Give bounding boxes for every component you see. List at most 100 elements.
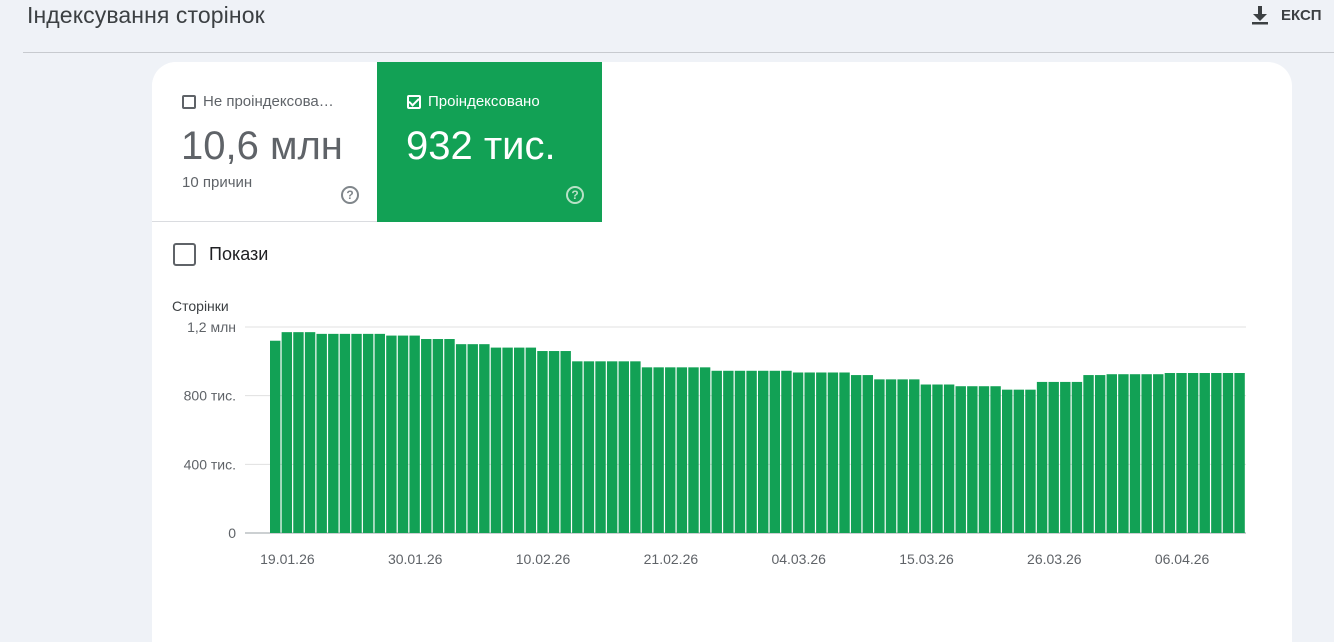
chart-bar <box>1222 373 1234 533</box>
chart-bar <box>548 351 560 533</box>
chart-bar <box>665 367 676 533</box>
chart-bar <box>270 340 281 533</box>
chart-bar <box>758 370 769 533</box>
tile-not-indexed[interactable]: Не проіндексова… 10,6 млн 10 причин ? <box>152 62 377 222</box>
x-tick-label: 21.02.26 <box>644 551 699 567</box>
chart-bar <box>421 339 432 533</box>
chart-bar <box>920 384 932 533</box>
chart-bar <box>1083 375 1094 533</box>
chart-bar <box>1164 373 1176 533</box>
chart-bar <box>583 361 595 533</box>
chart-svg: Сторінки 0 400 тис. 800 тис. 1,2 млн 19.01.26… <box>172 298 1246 567</box>
chart-bar <box>1048 381 1059 533</box>
chart-bar <box>781 370 792 533</box>
export-label: ЕКСП <box>1281 6 1322 24</box>
y-tick-label: 0 <box>228 525 236 541</box>
chart-bar <box>1013 389 1025 533</box>
y-tick-label: 400 тис. <box>184 456 236 472</box>
chart-bar <box>909 379 920 533</box>
chart-bar <box>1176 373 1187 533</box>
chart-bar <box>467 344 478 533</box>
chart-bar <box>955 386 966 533</box>
chart-bar <box>1234 373 1245 533</box>
chart-bar <box>746 370 757 533</box>
x-tick-label: 19.01.26 <box>260 551 315 567</box>
y-tick-label: 1,2 млн <box>187 319 236 335</box>
chart-bar <box>339 333 351 533</box>
chart-bar <box>374 333 385 533</box>
help-icon[interactable]: ? <box>566 186 584 204</box>
impressions-checkbox[interactable] <box>173 243 196 266</box>
chart-bar <box>990 386 1001 533</box>
chart-bar <box>572 361 583 533</box>
chart-bar <box>839 372 850 533</box>
x-tick-label: 10.02.26 <box>516 551 571 567</box>
chart-bar <box>967 386 978 533</box>
chart-bar <box>850 375 862 533</box>
chart-bar <box>723 370 734 533</box>
indexed-checkbox[interactable] <box>407 94 421 109</box>
x-tick-label: 30.01.26 <box>388 551 443 567</box>
tile-not-indexed-label: Не проіндексова… <box>203 93 334 110</box>
chart-bar <box>455 344 467 533</box>
x-tick-label: 04.03.26 <box>771 551 826 567</box>
chart-bar <box>1002 389 1013 533</box>
chart-bar <box>711 370 722 533</box>
y-tick-label: 800 тис. <box>184 388 236 404</box>
chart-bar <box>304 332 316 533</box>
chart-bar <box>734 370 746 533</box>
chart-bar <box>362 333 374 533</box>
chart-bar <box>1141 374 1152 533</box>
y-axis-title: Сторінки <box>172 298 229 314</box>
chart-bar <box>978 386 990 533</box>
chart-bar <box>514 347 525 533</box>
chart-bar <box>560 351 571 533</box>
chart-bar <box>792 372 804 533</box>
chart-bar <box>630 361 641 533</box>
indexed-pages-chart: Сторінки 0 400 тис. 800 тис. 1,2 млн 19.01.26… <box>152 292 1292 642</box>
tile-indexed-value: 932 тис. <box>406 124 556 168</box>
chart-bar <box>444 339 455 533</box>
chart-bar <box>618 361 629 533</box>
chart-bar <box>432 339 444 533</box>
chart-bar <box>351 333 362 533</box>
help-icon[interactable]: ? <box>341 186 359 204</box>
page-title: Індексування сторінок <box>27 2 265 28</box>
chart-bar <box>804 372 815 533</box>
chart-bar <box>1094 375 1106 533</box>
chart-bar <box>490 347 502 533</box>
chart-bar <box>409 335 420 533</box>
not-indexed-checkbox[interactable] <box>182 94 196 109</box>
chart-bar <box>1199 373 1210 533</box>
chart-bar <box>595 361 606 533</box>
export-button[interactable]: ЕКСП <box>1251 0 1322 30</box>
chart-bar <box>699 367 711 533</box>
tile-not-indexed-value: 10,6 млн <box>181 124 343 168</box>
chart-bar <box>816 372 827 533</box>
chart-bar <box>502 347 513 533</box>
chart-bar <box>1187 373 1199 533</box>
chart-bar <box>281 332 293 533</box>
chart-bar <box>293 332 304 533</box>
chart-bar <box>653 367 664 533</box>
chart-bar <box>1118 374 1129 533</box>
tile-indexed-label: Проіндексовано <box>428 93 540 110</box>
chart-bar <box>1036 381 1048 533</box>
x-tick-label: 06.04.26 <box>1155 551 1210 567</box>
report-card: Не проіндексова… 10,6 млн 10 причин ? Пр… <box>152 62 1292 642</box>
chart-bar <box>862 375 873 533</box>
download-icon <box>1251 5 1269 25</box>
chart-bar <box>885 379 897 533</box>
chart-bar <box>676 367 688 533</box>
impressions-label: Покази <box>209 244 269 264</box>
tile-indexed[interactable]: Проіндексовано 932 тис. ? <box>377 62 602 222</box>
header-divider <box>23 52 1334 53</box>
chart-bar <box>537 351 548 533</box>
chart-bar <box>1153 374 1164 533</box>
chart-bar <box>641 367 653 533</box>
chart-bar <box>328 333 339 533</box>
x-tick-label: 15.03.26 <box>899 551 954 567</box>
impressions-toggle[interactable]: Покази <box>173 243 268 266</box>
chart-bar <box>769 370 781 533</box>
chart-bar <box>316 333 327 533</box>
